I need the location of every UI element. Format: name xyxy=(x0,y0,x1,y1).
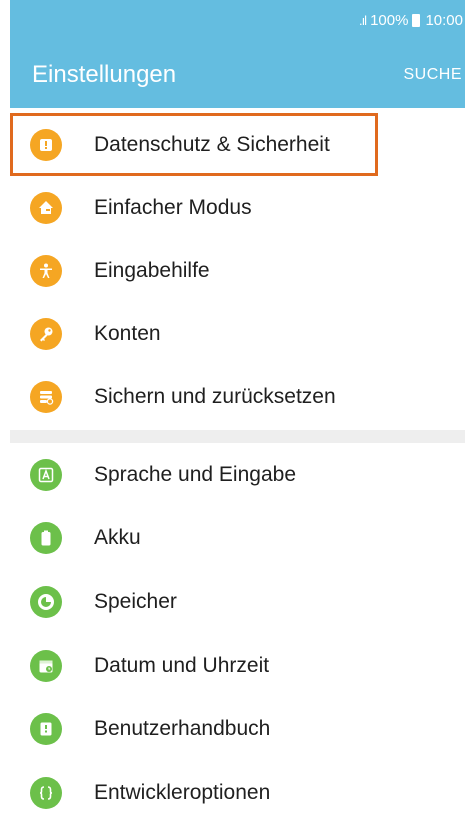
page-title: Einstellungen xyxy=(32,61,177,88)
settings-item-label: Datum und Uhrzeit xyxy=(94,653,270,677)
battery-percent: 100% xyxy=(370,11,409,29)
settings-item-akku[interactable]: Akku xyxy=(10,507,465,571)
settings-item-label: Datenschutz & Sicherheit xyxy=(94,132,330,156)
clock: 10:00 xyxy=(425,11,463,29)
settings-item-datum[interactable]: Datum und Uhrzeit xyxy=(10,634,465,698)
settings-item-label: Benutzerhandbuch xyxy=(94,717,271,741)
user-manual-icon xyxy=(30,713,62,746)
settings-item-label: Eingabehilfe xyxy=(94,258,210,282)
language-a-icon xyxy=(30,458,62,491)
settings-item-speicher[interactable]: Speicher xyxy=(10,570,465,634)
accessibility-person-icon xyxy=(30,254,62,287)
backup-restore-icon xyxy=(30,380,62,413)
settings-item-label: Entwickleroptionen xyxy=(94,780,271,804)
settings-item-sichern[interactable]: Sichern und zurücksetzen xyxy=(10,365,465,428)
storage-pie-icon xyxy=(30,585,62,618)
home-icon xyxy=(30,191,62,224)
settings-item-label: Sprache und Eingabe xyxy=(94,462,296,486)
settings-item-label: Konten xyxy=(94,321,161,345)
calendar-clock-icon xyxy=(30,649,62,682)
shield-lock-icon xyxy=(30,128,62,161)
settings-section-2: Sprache und Eingabe Akku Speicher Datum … xyxy=(10,443,465,825)
settings-item-sprache[interactable]: Sprache und Eingabe xyxy=(10,443,465,507)
settings-item-einfacher-modus[interactable]: Einfacher Modus xyxy=(10,176,465,239)
battery-icon xyxy=(30,522,62,555)
section-divider xyxy=(10,430,465,443)
settings-item-label: Sichern und zurücksetzen xyxy=(94,384,336,408)
settings-item-eingabehilfe[interactable]: Eingabehilfe xyxy=(10,239,465,302)
settings-item-label: Akku xyxy=(94,526,141,550)
settings-item-konten[interactable]: Konten xyxy=(10,302,465,365)
status-bar: .ıl 100% 10:00 xyxy=(10,0,465,40)
settings-item-datenschutz[interactable]: Datenschutz & Sicherheit xyxy=(10,113,465,176)
developer-braces-icon xyxy=(30,776,62,809)
settings-item-entwickler[interactable]: Entwickleroptionen xyxy=(10,761,465,825)
settings-item-label: Einfacher Modus xyxy=(94,195,252,219)
settings-item-handbuch[interactable]: Benutzerhandbuch xyxy=(10,697,465,761)
battery-icon xyxy=(412,13,421,27)
settings-section-1: Datenschutz & Sicherheit Einfacher Modus… xyxy=(10,113,465,428)
key-icon xyxy=(30,317,62,350)
settings-item-label: Speicher xyxy=(94,589,177,613)
app-bar: Einstellungen SUCHE xyxy=(10,40,465,108)
search-button[interactable]: SUCHE xyxy=(403,66,462,84)
signal-icon: .ıl xyxy=(358,12,367,28)
